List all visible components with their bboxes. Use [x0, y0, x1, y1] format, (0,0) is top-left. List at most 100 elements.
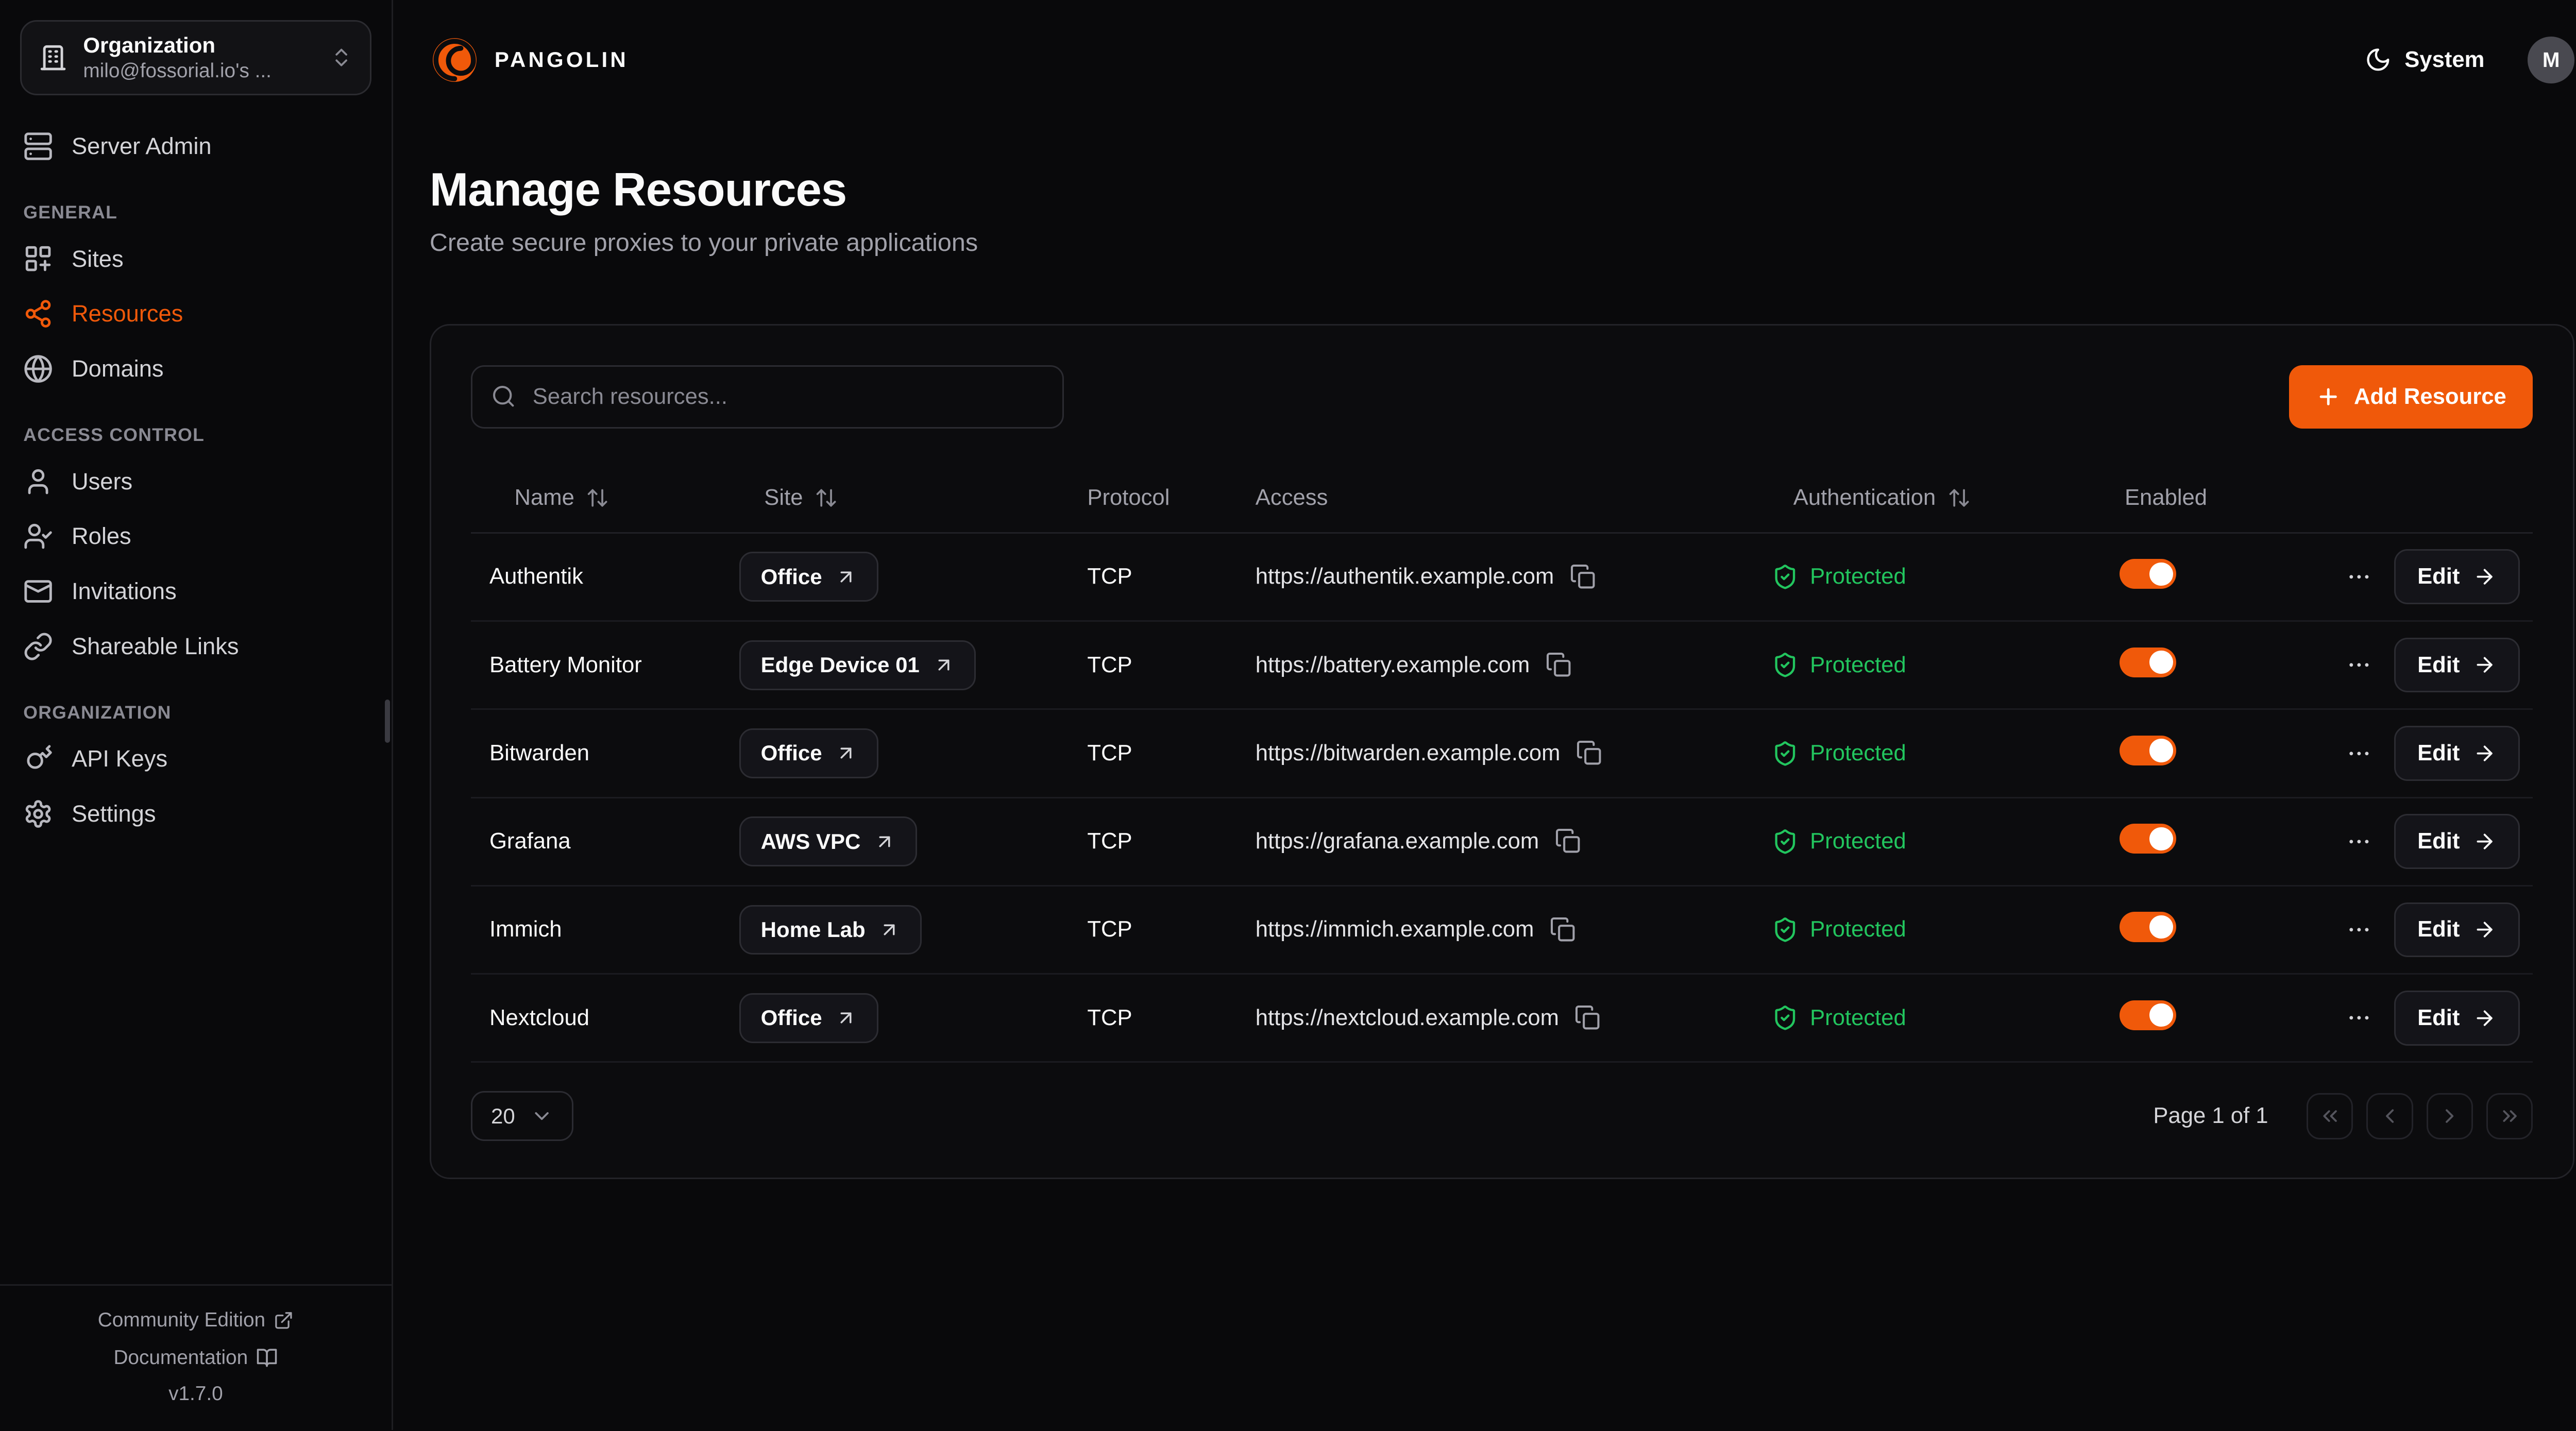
mail-icon [23, 576, 53, 606]
add-resource-button[interactable]: Add Resource [2289, 365, 2533, 429]
edit-button[interactable]: Edit [2394, 991, 2520, 1046]
auth-status: Protected [1772, 740, 2120, 767]
page-title: Manage Resources [430, 163, 2574, 217]
copy-icon[interactable] [1577, 741, 1602, 765]
row-menu-button[interactable] [2343, 1001, 2376, 1035]
enabled-toggle[interactable] [2120, 559, 2176, 589]
sidebar-item-roles[interactable]: Roles [23, 509, 368, 564]
arrow-right-icon [2473, 565, 2496, 588]
sidebar-item-server-admin[interactable]: Server Admin [23, 118, 368, 174]
community-edition-link[interactable]: Community Edition [88, 1307, 303, 1333]
sidebar-item-sites[interactable]: Sites [23, 231, 368, 286]
link-icon [23, 632, 53, 661]
edit-button[interactable]: Edit [2394, 549, 2520, 604]
arrow-right-icon [2473, 1007, 2496, 1030]
enabled-toggle[interactable] [2120, 1000, 2176, 1030]
auth-status-label: Protected [1810, 653, 1906, 678]
row-menu-button[interactable] [2343, 913, 2376, 947]
sidebar-item-invitations[interactable]: Invitations [23, 564, 368, 619]
sidebar-item-domains[interactable]: Domains [23, 342, 368, 397]
site-link-button[interactable]: Edge Device 01 [739, 640, 976, 690]
auth-status: Protected [1772, 564, 2120, 590]
theme-toggle-button[interactable]: System [2354, 45, 2495, 75]
sidebar-item-settings[interactable]: Settings [23, 787, 368, 842]
sidebar-item-shareable-links[interactable]: Shareable Links [23, 619, 368, 674]
enabled-toggle[interactable] [2120, 736, 2176, 765]
chevrons-up-down-icon [330, 46, 353, 69]
org-switcher-text: Organization milo@fossorial.io's ... [83, 33, 315, 82]
resource-name: Battery Monitor [489, 653, 739, 678]
pagination-prev-button[interactable] [2366, 1093, 2413, 1140]
column-header-site[interactable]: Site [739, 485, 1088, 510]
user-icon [23, 467, 53, 497]
row-menu-button[interactable] [2343, 560, 2376, 593]
sidebar-item-api-keys[interactable]: API Keys [23, 731, 368, 787]
sidebar-scrollbar[interactable] [385, 700, 390, 743]
auth-status: Protected [1772, 916, 2120, 943]
search-input[interactable] [471, 365, 1064, 429]
search-icon [491, 384, 516, 408]
copy-icon[interactable] [1556, 829, 1581, 854]
copy-icon[interactable] [1571, 565, 1596, 589]
arrow-up-right-icon [933, 654, 955, 676]
edit-button[interactable]: Edit [2394, 726, 2520, 781]
column-header-name[interactable]: Name [489, 485, 739, 510]
edit-button[interactable]: Edit [2394, 638, 2520, 693]
org-switcher[interactable]: Organization milo@fossorial.io's ... [20, 20, 371, 95]
sites-icon [23, 244, 53, 274]
arrow-up-right-icon [874, 831, 895, 853]
arrow-up-right-icon [878, 919, 900, 941]
resource-protocol: TCP [1087, 829, 1255, 854]
page-size-select[interactable]: 20 [471, 1091, 573, 1141]
chevrons-right-icon [2498, 1104, 2521, 1128]
enabled-toggle[interactable] [2120, 824, 2176, 854]
table-row: Bitwarden Office TCP https://bitwarden.e… [471, 710, 2533, 798]
pagination-first-button[interactable] [2307, 1093, 2353, 1140]
auth-status-label: Protected [1810, 1006, 1906, 1031]
site-link-button[interactable]: Office [739, 728, 878, 778]
row-menu-button[interactable] [2343, 825, 2376, 858]
section-title-access-control: ACCESS CONTROL [23, 424, 368, 446]
resource-protocol: TCP [1087, 1006, 1255, 1031]
edit-button[interactable]: Edit [2394, 902, 2520, 958]
documentation-link[interactable]: Documentation [104, 1345, 288, 1371]
copy-icon[interactable] [1575, 1006, 1600, 1030]
resource-protocol: TCP [1087, 564, 1255, 589]
section-title-organization: ORGANIZATION [23, 702, 368, 723]
site-link-button[interactable]: AWS VPC [739, 816, 917, 866]
table-row: Battery Monitor Edge Device 01 TCP https… [471, 622, 2533, 710]
key-icon [23, 744, 53, 774]
enabled-toggle[interactable] [2120, 648, 2176, 677]
copy-icon[interactable] [1551, 917, 1575, 942]
card-footer: 20 Page 1 of 1 [471, 1091, 2533, 1141]
resource-protocol: TCP [1087, 653, 1255, 678]
column-header-authentication[interactable]: Authentication [1772, 485, 2120, 510]
pagination-next-button[interactable] [2427, 1093, 2473, 1140]
pagination-last-button[interactable] [2486, 1093, 2533, 1140]
arrow-up-right-icon [835, 1007, 857, 1029]
resource-protocol: TCP [1087, 741, 1255, 766]
enabled-toggle[interactable] [2120, 912, 2176, 942]
user-badge-icon [23, 521, 53, 551]
access-url: https://authentik.example.com [1256, 564, 1554, 589]
row-menu-button[interactable] [2343, 737, 2376, 770]
avatar[interactable]: M [2528, 37, 2574, 83]
site-link-button[interactable]: Office [739, 552, 878, 602]
sidebar-item-users[interactable]: Users [23, 454, 368, 509]
sidebar-item-label: Sites [72, 246, 124, 272]
resource-protocol: TCP [1087, 917, 1255, 942]
arrow-up-right-icon [835, 566, 857, 588]
arrow-right-icon [2473, 918, 2496, 941]
sort-icon [815, 486, 838, 509]
moon-icon [2365, 46, 2392, 73]
table-row: Grafana AWS VPC TCP https://grafana.exam… [471, 798, 2533, 887]
sidebar-item-label: Users [72, 468, 132, 495]
copy-icon[interactable] [1547, 653, 1571, 677]
row-menu-button[interactable] [2343, 649, 2376, 682]
auth-status-label: Protected [1810, 829, 1906, 854]
site-link-button[interactable]: Home Lab [739, 905, 922, 955]
column-header-enabled: Enabled [2120, 485, 2336, 510]
site-link-button[interactable]: Office [739, 993, 878, 1043]
edit-button[interactable]: Edit [2394, 814, 2520, 869]
sidebar-item-resources[interactable]: Resources [23, 286, 368, 342]
